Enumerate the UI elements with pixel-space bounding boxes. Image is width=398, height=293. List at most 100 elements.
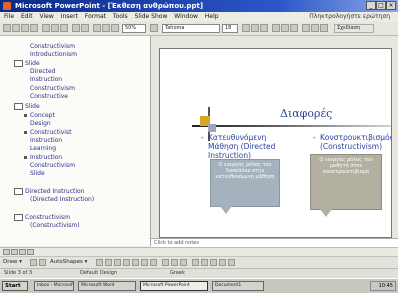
paste-icon[interactable] — [60, 24, 68, 32]
minimize-button[interactable]: _ — [366, 1, 376, 10]
menu-bar: File Edit View Insert Format Tools Slide… — [0, 12, 398, 22]
line-icon[interactable] — [96, 259, 103, 266]
font-color-icon[interactable] — [320, 24, 328, 32]
decrease-font-icon[interactable] — [311, 24, 319, 32]
3d-icon[interactable] — [228, 259, 235, 266]
dash-style-icon[interactable] — [201, 259, 208, 266]
outline-line[interactable]: Slide — [30, 170, 45, 177]
outline-bullet[interactable]: Constructivist — [24, 129, 71, 136]
taskbar-item[interactable]: Microsoft Word — [78, 281, 136, 291]
align-right-icon[interactable] — [290, 24, 298, 32]
outline-slide-3[interactable]: Slide — [14, 103, 40, 110]
select-arrow-icon[interactable] — [30, 259, 37, 266]
zoom-select[interactable]: 50% — [122, 24, 146, 33]
close-button[interactable]: × — [386, 1, 396, 10]
outline-line[interactable]: Constructivism — [30, 43, 75, 50]
menu-edit[interactable]: Edit — [21, 13, 33, 20]
save-icon[interactable] — [21, 24, 29, 32]
font-select[interactable]: Tahoma — [162, 24, 220, 33]
menu-insert[interactable]: Insert — [61, 13, 78, 20]
menu-tools[interactable]: Tools — [113, 13, 128, 20]
normal-view-icon[interactable] — [3, 249, 10, 255]
bold-icon[interactable] — [242, 24, 250, 32]
menu-slide-show[interactable]: Slide Show — [135, 13, 168, 20]
help-question-box[interactable]: Πληκτρολογήστε ερώτηση — [309, 12, 390, 22]
redo-icon[interactable] — [81, 24, 89, 32]
outline-line[interactable]: Instruction — [30, 76, 62, 83]
outline-line[interactable]: Design — [30, 120, 51, 127]
autoshapes-menu[interactable]: AutoShapes ▾ — [50, 257, 87, 268]
slide-title[interactable]: Διαφορές — [280, 107, 332, 120]
oval-icon[interactable] — [123, 259, 130, 266]
outline-slide-2[interactable]: Slide — [14, 60, 40, 67]
clipart-icon[interactable] — [150, 259, 157, 266]
outline-line[interactable]: Constructive — [30, 93, 68, 100]
undo-icon[interactable] — [72, 24, 80, 32]
copy-icon[interactable] — [51, 24, 59, 32]
outline-slide-5[interactable]: Constructivism — [14, 214, 70, 221]
font-size-select[interactable]: 18 — [222, 24, 238, 33]
fill-color-icon[interactable] — [162, 259, 169, 266]
outline-pane[interactable]: Constructivism Introductionism Slide Dir… — [0, 36, 151, 246]
outline-line[interactable]: Introductionism — [30, 51, 77, 58]
rotate-icon[interactable] — [39, 259, 46, 266]
taskbar-item[interactable]: Inbox - Microsoft Outlook — [34, 281, 74, 291]
chart-icon[interactable] — [93, 24, 101, 32]
outline-line[interactable]: Learning — [30, 145, 56, 152]
open-icon[interactable] — [12, 24, 20, 32]
cut-icon[interactable] — [42, 24, 50, 32]
increase-font-icon[interactable] — [302, 24, 310, 32]
menu-help[interactable]: Help — [205, 13, 219, 20]
line-style-icon[interactable] — [192, 259, 199, 266]
table-icon[interactable] — [102, 24, 110, 32]
arrow-icon[interactable] — [105, 259, 112, 266]
font-color-draw-icon[interactable] — [180, 259, 187, 266]
outline-line[interactable]: Constructivism — [30, 162, 75, 169]
design-button[interactable]: Σχεδίαση — [334, 24, 374, 33]
align-left-icon[interactable] — [272, 24, 280, 32]
outline-bullet[interactable]: Instruction — [24, 154, 62, 161]
italic-icon[interactable] — [251, 24, 259, 32]
menu-window[interactable]: Window — [174, 13, 198, 20]
outline-slide-4[interactable]: Directed Instruction — [14, 188, 84, 195]
draw-menu[interactable]: Draw ▾ — [3, 257, 22, 268]
wordart-icon[interactable] — [141, 259, 148, 266]
slide-show-icon[interactable] — [27, 249, 34, 255]
powerpoint-app-icon[interactable] — [3, 2, 11, 10]
slide[interactable]: Διαφορές - Κατευθυνόμενη Μάθηση (Directe… — [159, 48, 392, 238]
underline-icon[interactable] — [260, 24, 268, 32]
outline-line[interactable]: Constructivism — [30, 85, 75, 92]
taskbar-item-active[interactable]: Microsoft PowerPoint — [140, 281, 208, 291]
outline-slide-title: Constructivism — [25, 214, 70, 221]
powerpoint-window: Microsoft PowerPoint - [Έκθεση ανθρώπου.… — [0, 0, 398, 293]
print-icon[interactable] — [30, 24, 38, 32]
slide-icon — [14, 103, 23, 110]
shadow-icon[interactable] — [219, 259, 226, 266]
outline-line[interactable]: Directed — [30, 68, 55, 75]
callout-left[interactable]: Ο ενεργός ρόλος του δασκάλου στην κατευθ… — [210, 159, 280, 207]
menu-view[interactable]: View — [40, 13, 54, 20]
outline-view-icon[interactable] — [11, 249, 18, 255]
slide-sorter-icon[interactable] — [19, 249, 26, 255]
textbox-icon[interactable] — [132, 259, 139, 266]
outline-line[interactable]: (Directed Instruction) — [30, 196, 94, 203]
start-button[interactable]: Start — [2, 281, 28, 291]
arrow-style-icon[interactable] — [210, 259, 217, 266]
outline-line[interactable]: Instruction — [30, 137, 62, 144]
notes-pane[interactable]: Click to add notes — [151, 238, 398, 247]
outline-bullet[interactable]: Concept — [24, 112, 55, 119]
taskbar-item[interactable]: Document1 — [212, 281, 264, 291]
callout-right[interactable]: Ο ενεργός ρόλος του μαθητή στον κονστρου… — [310, 154, 382, 210]
line-color-icon[interactable] — [171, 259, 178, 266]
left-column-heading[interactable]: - Κατευθυνόμενη Μάθηση (Directed Instruc… — [201, 133, 275, 160]
help-icon[interactable] — [150, 24, 158, 32]
outline-line[interactable]: (Constructivism) — [30, 222, 80, 229]
grid-icon[interactable] — [111, 24, 119, 32]
right-column-heading[interactable]: - Κονστρουκτιβισμός (Constructivism) — [313, 133, 391, 151]
menu-file[interactable]: File — [4, 13, 14, 20]
menu-format[interactable]: Format — [85, 13, 106, 20]
maximize-button[interactable]: □ — [376, 1, 386, 10]
align-center-icon[interactable] — [281, 24, 289, 32]
new-icon[interactable] — [3, 24, 11, 32]
rectangle-icon[interactable] — [114, 259, 121, 266]
